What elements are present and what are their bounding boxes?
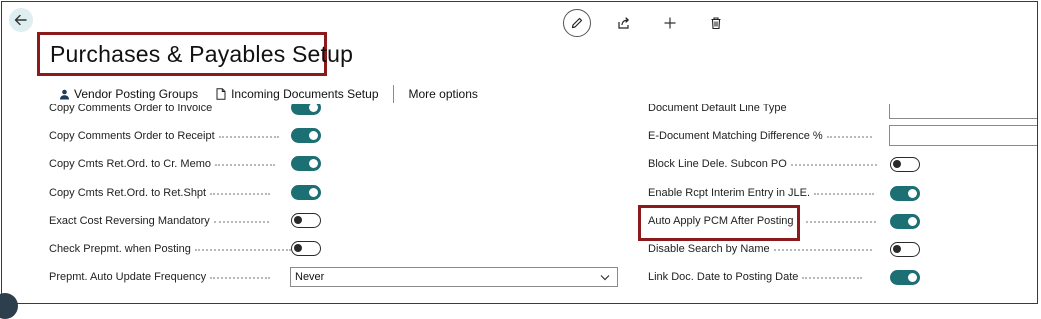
leader-dots [773, 247, 872, 251]
trash-icon [711, 17, 721, 30]
field-label: Copy Cmts Ret.Ord. to Cr. Memo [49, 158, 211, 170]
field-label: Copy Comments Order to Invoice [49, 104, 213, 114]
document-default-line-type-input[interactable] [889, 104, 1037, 119]
field-prepmt-auto-update-frequency: Prepmt. Auto Update Frequency [49, 267, 271, 287]
e-document-matching-difference-input[interactable] [889, 125, 1037, 146]
more-options-label: More options [408, 87, 478, 101]
action-bar: Vendor Posting Groups Incoming Documents… [59, 85, 478, 103]
edit-button[interactable] [563, 9, 591, 37]
toggle-copy-cmts-ret-ord-to-cr-memo[interactable] [291, 156, 321, 171]
leader-dots [213, 219, 269, 223]
field-label: Block Line Dele. Subcon PO [648, 158, 787, 170]
toggle-copy-comments-order-to-receipt[interactable] [291, 128, 321, 143]
arrow-left-icon [14, 14, 27, 26]
field-exact-cost-reversing-mandatory: Exact Cost Reversing Mandatory [49, 211, 269, 231]
plus-icon [664, 17, 676, 29]
field-copy-comments-order-to-invoice: Copy Comments Order to Invoice [49, 104, 212, 118]
incoming-documents-setup-action[interactable]: Incoming Documents Setup [216, 87, 379, 101]
select-value: Never [295, 271, 325, 283]
prepmt-auto-update-frequency-select[interactable]: Never [290, 267, 618, 287]
chevron-down-icon [600, 275, 610, 281]
field-label: Check Prepmt. when Posting [49, 243, 191, 255]
general-fasttab: Copy Comments Order to Invoice Copy Comm… [0, 104, 1037, 304]
toggle-copy-cmts-ret-ord-to-ret-shpt[interactable] [291, 185, 321, 200]
document-icon [216, 88, 226, 100]
field-auto-apply-pcm-after-posting: Auto Apply PCM After Posting [648, 211, 876, 231]
toggle-check-prepmt-when-posting[interactable] [291, 241, 321, 256]
leader-dots [194, 247, 291, 251]
field-link-doc-date-to-posting-date: Link Doc. Date to Posting Date [648, 267, 863, 287]
more-options-action[interactable]: More options [409, 87, 478, 101]
field-document-default-line-type: Document Default Line Type [648, 104, 787, 118]
vendor-posting-groups-action[interactable]: Vendor Posting Groups [59, 87, 198, 101]
field-label: Auto Apply PCM After Posting [648, 215, 794, 227]
leader-dots [790, 162, 877, 166]
field-label: Exact Cost Reversing Mandatory [49, 215, 210, 227]
leader-dots [218, 134, 279, 138]
vendor-posting-groups-label: Vendor Posting Groups [74, 87, 199, 101]
back-button[interactable] [9, 8, 33, 32]
field-label: Prepmt. Auto Update Frequency [49, 271, 207, 283]
leader-dots [826, 134, 872, 138]
field-label: Link Doc. Date to Posting Date [648, 271, 799, 283]
leader-dots [210, 191, 271, 195]
field-e-document-matching-difference: E-Document Matching Difference % [648, 126, 872, 146]
delete-button[interactable] [703, 10, 729, 36]
leader-dots [802, 275, 863, 279]
title-highlight: Purchases & Payables Setup [37, 32, 353, 76]
incoming-documents-setup-label: Incoming Documents Setup [231, 87, 379, 101]
field-label: Disable Search by Name [648, 243, 770, 255]
field-label: E-Document Matching Difference % [648, 130, 823, 142]
page-actions [563, 9, 749, 37]
toggle-copy-comments-order-to-invoice[interactable] [291, 104, 321, 115]
field-label: Copy Cmts Ret.Ord. to Ret.Shpt [49, 187, 207, 199]
toggle-disable-search-by-name[interactable] [890, 242, 920, 257]
leader-dots [805, 219, 876, 223]
action-bar-divider [392, 85, 394, 103]
person-icon [60, 89, 69, 99]
field-copy-cmts-ret-ord-to-ret-shpt: Copy Cmts Ret.Ord. to Ret.Shpt [49, 183, 271, 203]
toggle-block-line-dele-subcon-po[interactable] [890, 157, 920, 172]
field-check-prepmt-when-posting: Check Prepmt. when Posting [49, 239, 291, 259]
field-block-line-dele-subcon-po: Block Line Dele. Subcon PO [648, 154, 877, 174]
field-label: Document Default Line Type [648, 104, 787, 114]
leader-dots [814, 191, 875, 195]
toggle-auto-apply-pcm-after-posting[interactable] [890, 214, 920, 229]
page-title: Purchases & Payables Setup [50, 40, 354, 67]
leader-dots [210, 275, 271, 279]
share-icon [618, 17, 629, 29]
field-copy-comments-order-to-receipt: Copy Comments Order to Receipt [49, 126, 279, 146]
toggle-exact-cost-reversing-mandatory[interactable] [291, 213, 321, 228]
leader-dots [214, 162, 275, 166]
field-enable-rcpt-interim-entry: Enable Rcpt Interim Entry in JLE. [648, 183, 875, 203]
toggle-link-doc-date-to-posting-date[interactable] [890, 270, 920, 285]
field-label: Copy Comments Order to Receipt [49, 130, 215, 142]
new-button[interactable] [657, 10, 683, 36]
share-button[interactable] [611, 10, 637, 36]
toggle-enable-rcpt-interim-entry[interactable] [890, 186, 920, 201]
field-label: Enable Rcpt Interim Entry in JLE. [648, 187, 811, 199]
field-disable-search-by-name: Disable Search by Name [648, 239, 872, 259]
field-copy-cmts-ret-ord-to-cr-memo: Copy Cmts Ret.Ord. to Cr. Memo [49, 154, 275, 174]
pencil-icon [571, 17, 583, 29]
